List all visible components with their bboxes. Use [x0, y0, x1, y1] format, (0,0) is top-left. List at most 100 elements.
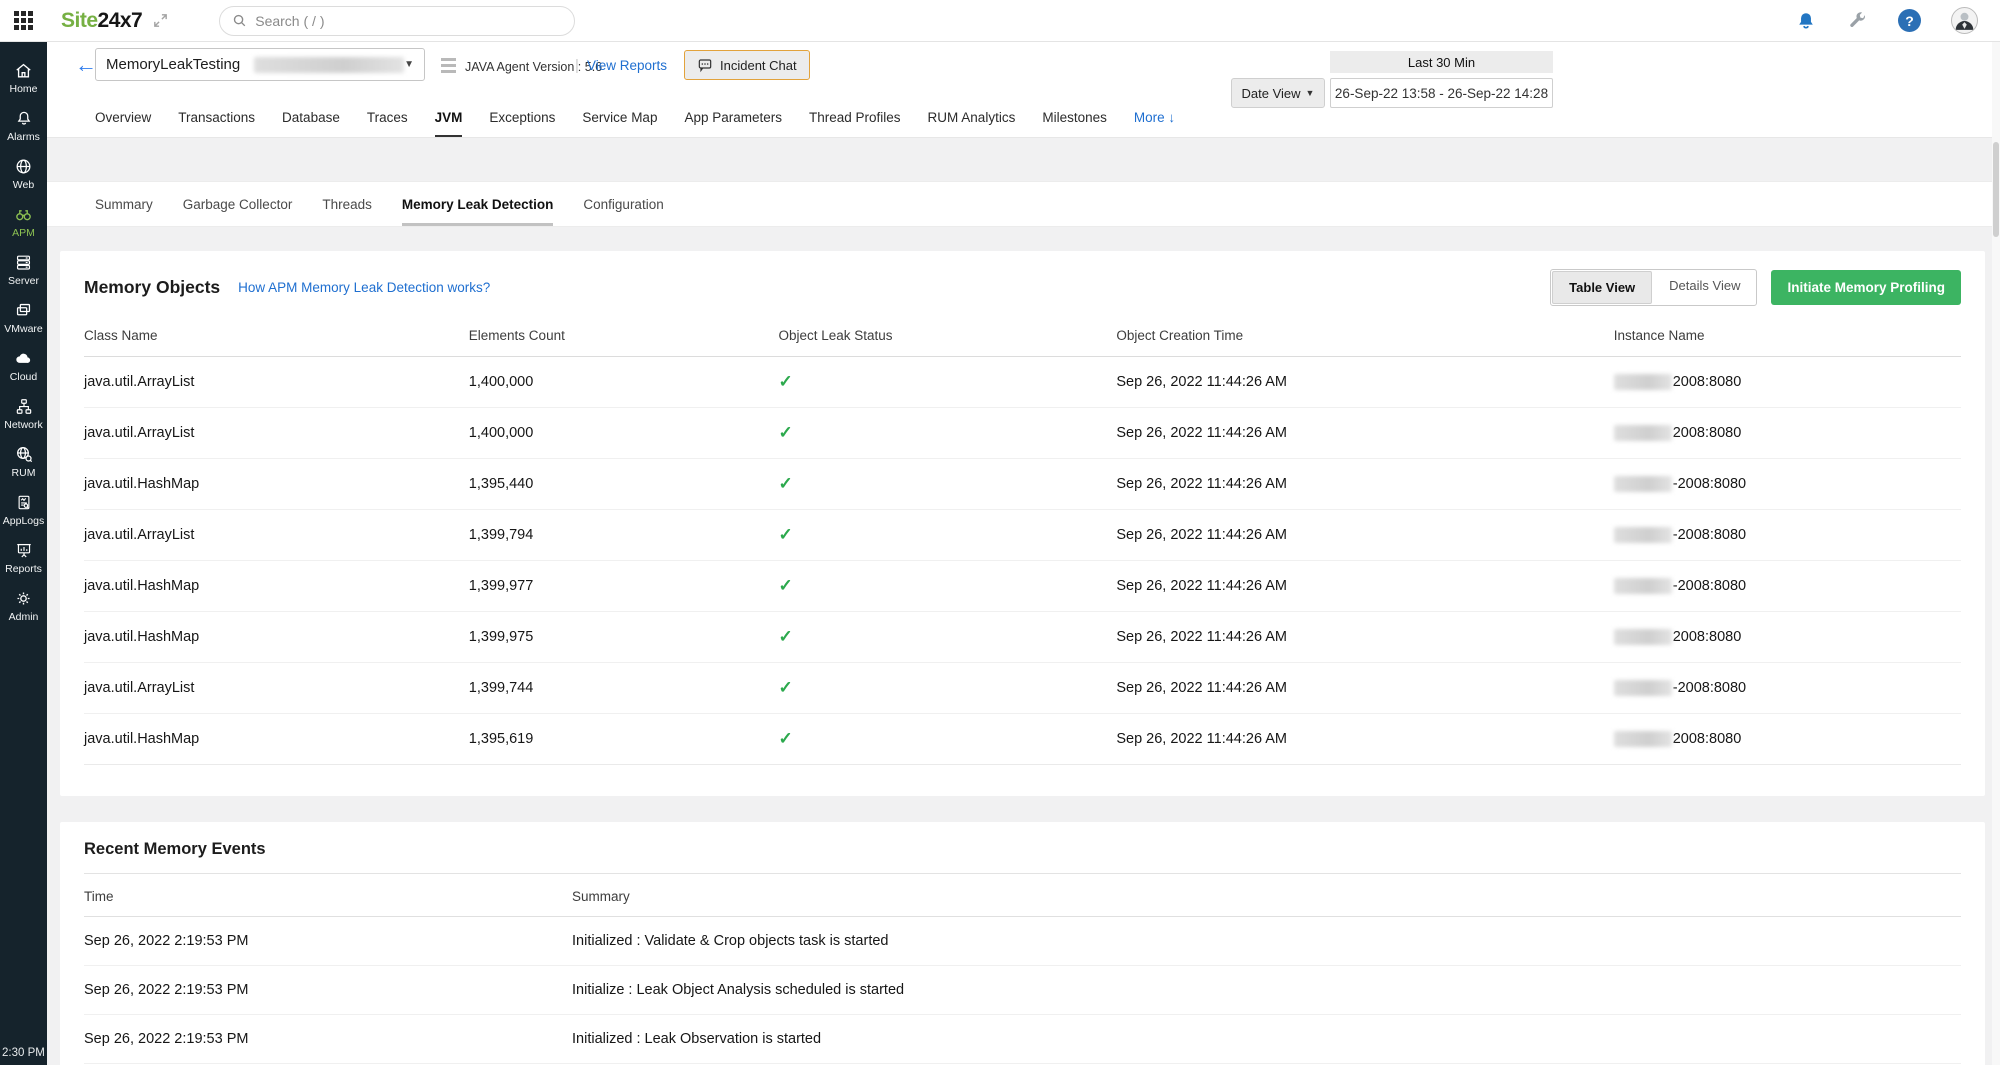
class-name-cell: java.util.HashMap: [84, 561, 469, 612]
applogs-icon: [15, 492, 33, 512]
leak-status-cell: [778, 714, 1116, 765]
apps-grid-icon[interactable]: [0, 11, 47, 30]
sidebar-item-vmware[interactable]: VMware: [0, 294, 47, 342]
tab-milestones[interactable]: Milestones: [1042, 110, 1107, 137]
sidebar-item-web[interactable]: Web: [0, 150, 47, 198]
sidebar-item-server[interactable]: Server: [0, 246, 47, 294]
elements-count-cell: 1,399,744: [469, 663, 779, 714]
sidebar-item-rum[interactable]: RUM: [0, 438, 47, 486]
creation-time-cell: Sep 26, 2022 11:44:26 AM: [1116, 663, 1613, 714]
memory-object-row[interactable]: java.util.HashMap 1,399,977 Sep 26, 2022…: [84, 561, 1961, 612]
tab-database[interactable]: Database: [282, 110, 340, 137]
instance-name-cell: -2008:8080: [1614, 510, 1961, 561]
creation-time-cell: Sep 26, 2022 11:44:26 AM: [1116, 612, 1613, 663]
user-avatar[interactable]: [1951, 7, 1978, 34]
instance-name: -2008:8080: [1673, 578, 1746, 594]
vertical-scrollbar[interactable]: [1992, 42, 2000, 1065]
event-time-cell: Sep 26, 2022 2:19:53 PM: [84, 917, 572, 966]
table-view-toggle[interactable]: Table View: [1552, 271, 1652, 304]
subtab-memory-leak-detection[interactable]: Memory Leak Detection: [402, 197, 554, 226]
tab-jvm[interactable]: JVM: [435, 110, 463, 137]
monitor-selector-dropdown[interactable]: MemoryLeakTesting ▼: [95, 48, 425, 81]
memory-object-row[interactable]: java.util.HashMap 1,395,619 Sep 26, 2022…: [84, 714, 1961, 765]
class-name-cell: java.util.HashMap: [84, 714, 469, 765]
chevron-down-icon: ▼: [404, 59, 414, 70]
memory-object-row[interactable]: java.util.HashMap 1,395,440 Sep 26, 2022…: [84, 459, 1961, 510]
tab-app-parameters[interactable]: App Parameters: [684, 110, 782, 137]
tab-exceptions[interactable]: Exceptions: [489, 110, 555, 137]
sidebar-item-label: Alarms: [7, 131, 40, 143]
tab-more[interactable]: More ↓: [1134, 110, 1175, 137]
subtab-garbage-collector[interactable]: Garbage Collector: [183, 197, 293, 226]
sidebar-item-reports[interactable]: Reports: [0, 534, 47, 582]
sidebar-nav: Home Alarms Web APM Server VMware Cloud: [0, 42, 47, 1065]
jvm-subtabs: Summary Garbage Collector Threads Memory…: [47, 181, 1992, 227]
details-view-toggle[interactable]: Details View: [1653, 270, 1756, 305]
class-name-cell: java.util.ArrayList: [84, 510, 469, 561]
search-input[interactable]: [255, 13, 562, 29]
tools-wrench-icon[interactable]: [1847, 10, 1868, 31]
sidebar-item-apm[interactable]: APM: [0, 198, 47, 246]
home-icon: [14, 60, 33, 80]
event-row[interactable]: Sep 26, 2022 2:19:53 PM Initialized : Le…: [84, 1015, 1961, 1064]
elements-count-cell: 1,395,619: [469, 714, 779, 765]
memory-object-row[interactable]: java.util.ArrayList 1,399,794 Sep 26, 20…: [84, 510, 1961, 561]
leak-status-cell: [778, 612, 1116, 663]
site24x7-logo[interactable]: Site24x7: [61, 9, 142, 33]
sidebar-item-label: Reports: [5, 563, 42, 575]
time-range-label: Last 30 Min: [1330, 51, 1553, 73]
redacted-text: [1614, 374, 1672, 390]
sidebar-item-alarms[interactable]: Alarms: [0, 102, 47, 150]
tab-rum-analytics[interactable]: RUM Analytics: [928, 110, 1016, 137]
top-bar: Site24x7 ?: [0, 0, 2000, 42]
sidebar-item-label: Network: [4, 419, 43, 431]
reports-icon: [14, 540, 34, 560]
sidebar-item-admin[interactable]: Admin: [0, 582, 47, 630]
memory-object-row[interactable]: java.util.HashMap 1,399,975 Sep 26, 2022…: [84, 612, 1961, 663]
redacted-text: [1614, 578, 1672, 594]
date-range-picker[interactable]: 26-Sep-22 13:58 - 26-Sep-22 14:28: [1330, 78, 1553, 108]
initiate-memory-profiling-button[interactable]: Initiate Memory Profiling: [1771, 270, 1961, 305]
sidebar-item-cloud[interactable]: Cloud: [0, 342, 47, 390]
notifications-bell-icon[interactable]: [1795, 10, 1817, 32]
expand-icon[interactable]: [152, 12, 169, 29]
leak-status-check-icon: [778, 579, 792, 595]
recent-memory-events-table: Time Summary Sep 26, 2022 2:19:53 PM Ini…: [84, 874, 1961, 1064]
col-object-leak-status: Object Leak Status: [778, 312, 1116, 357]
elements-count-cell: 1,395,440: [469, 459, 779, 510]
instance-name-cell: 2008:8080: [1614, 408, 1961, 459]
tab-thread-profiles[interactable]: Thread Profiles: [809, 110, 901, 137]
subtab-threads[interactable]: Threads: [322, 197, 372, 226]
sidebar-item-applogs[interactable]: AppLogs: [0, 486, 47, 534]
tab-transactions[interactable]: Transactions: [178, 110, 255, 137]
tab-traces[interactable]: Traces: [367, 110, 408, 137]
monitor-menu-icon[interactable]: [441, 58, 456, 73]
subtab-configuration[interactable]: Configuration: [583, 197, 663, 226]
binoculars-icon: [13, 204, 34, 224]
incident-chat-button[interactable]: Incident Chat: [684, 50, 810, 80]
tab-service-map[interactable]: Service Map: [582, 110, 657, 137]
view-reports-link[interactable]: View Reports: [587, 58, 667, 73]
how-it-works-link[interactable]: How APM Memory Leak Detection works?: [238, 280, 490, 295]
event-row[interactable]: Sep 26, 2022 2:19:53 PM Initialize : Lea…: [84, 966, 1961, 1015]
back-arrow-icon[interactable]: ←: [75, 54, 97, 76]
leak-status-check-icon: [778, 375, 792, 391]
memory-object-row[interactable]: java.util.ArrayList 1,400,000 Sep 26, 20…: [84, 408, 1961, 459]
date-view-button[interactable]: Date View ▼: [1231, 78, 1325, 108]
rum-icon: [14, 444, 34, 464]
event-row[interactable]: Sep 26, 2022 2:19:53 PM Initialized : Va…: [84, 917, 1961, 966]
event-time-cell: Sep 26, 2022 2:19:53 PM: [84, 966, 572, 1015]
sidebar-item-network[interactable]: Network: [0, 390, 47, 438]
sidebar-item-home[interactable]: Home: [0, 54, 47, 102]
scrollbar-thumb[interactable]: [1993, 142, 1999, 237]
help-icon[interactable]: ?: [1898, 9, 1921, 32]
memory-object-row[interactable]: java.util.ArrayList 1,400,000 Sep 26, 20…: [84, 357, 1961, 408]
tab-overview[interactable]: Overview: [95, 110, 151, 137]
sidebar-item-label: Web: [13, 179, 34, 191]
subtab-summary[interactable]: Summary: [95, 197, 153, 226]
sidebar-item-label: Cloud: [10, 371, 37, 383]
memory-object-row[interactable]: java.util.ArrayList 1,399,744 Sep 26, 20…: [84, 663, 1961, 714]
sidebar-item-label: Server: [8, 275, 39, 287]
redacted-text: [254, 57, 404, 73]
class-name-cell: java.util.ArrayList: [84, 663, 469, 714]
